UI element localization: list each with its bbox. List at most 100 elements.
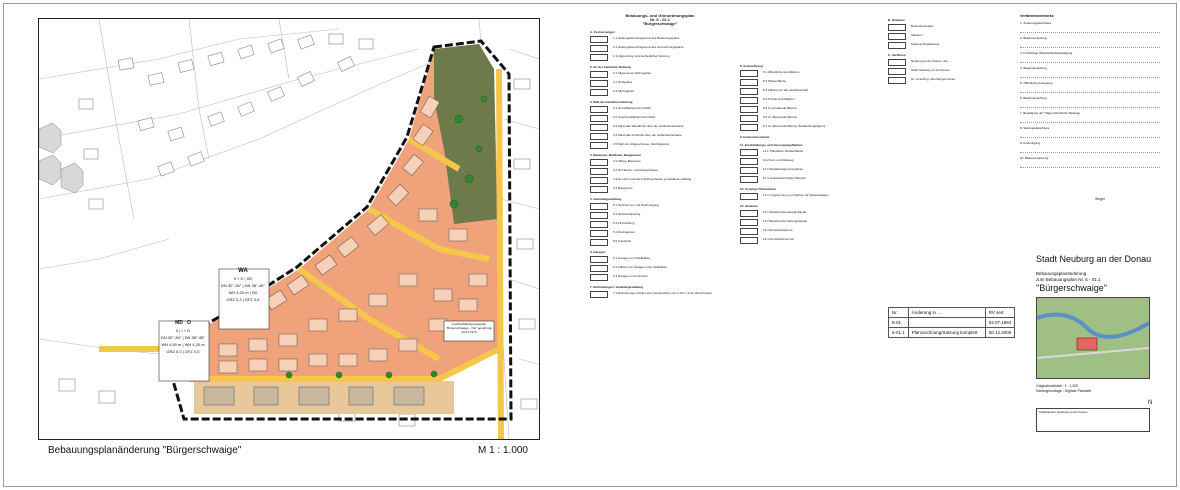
- legend-text: 8.3 Flächen für die Landwirtschaft: [763, 88, 809, 92]
- legend-text: 8.2 Wasserfläche: [763, 79, 787, 83]
- legend-symbol: [590, 142, 608, 149]
- legend-symbol: [740, 237, 758, 244]
- legend-section-title: 11. Erschließungs- und Versorgungsfläche…: [740, 143, 803, 147]
- wa-row: WH 4,20 m | SD: [228, 290, 258, 295]
- legend-row: 3.4 Maximale Firsthöhe über der Geländeo…: [590, 133, 730, 140]
- plan-drawing[interactable]: [38, 18, 540, 440]
- legend-row: 7.1 Einfriedungen dürfen eine Gesamthöhe…: [590, 291, 730, 298]
- procedure-item: 8. Satzungsbeschluss: [1020, 126, 1160, 138]
- legend-row: 13.4 Flurstücksnummer: [740, 237, 880, 244]
- legend-text: 5.2 Dacheindeckung: [613, 212, 641, 216]
- legend-text: 3.2 Geschossflächenzahl (GFZ): [613, 115, 656, 119]
- legend-row: 5.3 Firstrichtung: [590, 221, 730, 228]
- legend-sections-3: B. Hinweise Bodendenkmäler Altlasten Nieder…: [888, 18, 1008, 84]
- legend-row: 12.1 Umgrenzung von Flächen für Nebenanl…: [740, 193, 880, 200]
- legend-text: Niederschlagswasser: [911, 42, 940, 46]
- procedure-item: 1. Änderungsbeschluss: [1020, 21, 1160, 33]
- legend-symbol: [740, 97, 758, 104]
- legend-text: 3.1 Grundflächenzahl (GRZ): [613, 106, 651, 110]
- procedure-item: 6. Bekanntmachung: [1020, 96, 1160, 108]
- legend-row: 4.1 Offene Bauweise: [590, 159, 730, 166]
- plan-meta: Originalmaßstab : 1 : 1.000 Kartengrundl…: [1036, 384, 1092, 393]
- legend-section-title: 9. Immissionsschutz: [740, 135, 770, 139]
- location-map: [1036, 297, 1150, 379]
- legend-row: Neuburg an der Donau, den ...: [888, 59, 1008, 66]
- legend-text: 11.2 Fuß- und Radweg: [763, 158, 794, 162]
- legend-symbol: [740, 228, 758, 235]
- legend-symbol: [888, 42, 906, 49]
- legend-text: 8.5 zu erhaltende Bäume: [763, 106, 797, 110]
- legend-text: 6.3 Garagen und Carports: [613, 274, 648, 278]
- legend-symbol: [888, 59, 906, 66]
- left-round-buildings: [39, 122, 84, 194]
- legend-row: Niederschlagswasser: [888, 42, 1008, 49]
- legend-row: 8.7 zu pflanzende Bäume (Straßenbegleitg…: [740, 124, 880, 131]
- legend-symbol: [590, 168, 608, 175]
- legend-row: 5.2 Dacheindeckung: [590, 212, 730, 219]
- legend-symbol: [590, 265, 608, 272]
- procedure-list: 1. Änderungsbeschluss 2. Bekanntmachung 3.…: [1020, 21, 1160, 168]
- legend-symbol: [740, 149, 758, 156]
- legend-symbol: [740, 219, 758, 226]
- legend-text: 5.5 Kniestock: [613, 239, 632, 243]
- procedure-item: 9. Ausfertigung: [1020, 141, 1160, 153]
- legend-symbol: [590, 177, 608, 184]
- legend-symbol: [740, 79, 758, 86]
- wa-row: II + D | SD: [233, 276, 253, 281]
- wa-table-text: WA II + D | SD DN 30°-35° | DN 38°-45° W…: [218, 268, 268, 303]
- plan-map-svg: [39, 19, 539, 439]
- legend-symbol: [590, 221, 608, 228]
- legend-section-title: 8. Grünordnung: [740, 64, 763, 68]
- legend-row: Bodendenkmäler: [888, 24, 1008, 31]
- legend-section-title: 3. Maß der baulichen Nutzung: [590, 100, 633, 104]
- legend-row: 2.3 Mischgebiet: [590, 89, 730, 96]
- legend-row: 2.1 Allgemeines Wohngebiet: [590, 71, 730, 78]
- legend-text: 5.1 Dachformen und Dachneigung: [613, 203, 659, 207]
- legend-section-title: 5. Gebäudegestaltung: [590, 197, 622, 201]
- legend-row: 11.3 Straßenbegrenzungslinie: [740, 167, 880, 174]
- legend-symbol: [888, 68, 906, 75]
- legend-text: 11.1 Öffentliche Straßenfläche: [763, 149, 804, 153]
- annotation-box: Anschluß/Bebauungsplan "Bürgerschwaige -…: [446, 322, 492, 334]
- legend-symbol: [740, 210, 758, 217]
- legend-column-3: B. Hinweise Bodendenkmäler Altlasten Nieder…: [888, 14, 1008, 86]
- legend-symbol: [740, 115, 758, 122]
- legend-symbol: [590, 239, 608, 246]
- legend-section-title: 13. Hinweise: [740, 204, 759, 208]
- amendment-row: 6-01.1 Planzeichnung/Satzung komplett 30.1…: [888, 327, 1016, 338]
- legend-text: 13.4 Flurstücksnummer: [763, 237, 795, 241]
- legend-symbol: [888, 24, 906, 31]
- legend-row: 8.2 Wasserfläche: [740, 79, 880, 86]
- legend-row: 1.3 Abgrenzung unterschiedlicher Nutzung: [590, 54, 730, 61]
- md-header: MD: [175, 320, 183, 326]
- location-map-svg: [1037, 312, 1149, 359]
- legend-text: 5.3 Firstrichtung: [613, 221, 635, 225]
- legend-symbol: [590, 115, 608, 122]
- legend-symbol: [740, 106, 758, 113]
- md-row: WH 4,50 m | WH 4,20 m: [161, 342, 205, 347]
- legend-text: 6.1 Garagen und Stellplätze: [613, 256, 651, 260]
- legend-symbol: [740, 176, 758, 183]
- legend-symbol: [740, 88, 758, 95]
- procedure-item: 2. Bekanntmachung: [1020, 36, 1160, 48]
- legend-text: 13.2 Bestehende Nebengebäude: [763, 219, 808, 223]
- legend-row: 2.2 Dorfgebiet: [590, 80, 730, 87]
- legend-section-title: A. Festsetzungen: [590, 30, 615, 34]
- legend-row: 4.2 Nur Einzel- und Doppelhäuser: [590, 168, 730, 175]
- legend-row: 8.3 Flächen für die Landwirtschaft: [740, 88, 880, 95]
- legend-sections-2: 8. Grünordnung 8.1 Öffentliche Grünfläche…: [740, 64, 880, 244]
- legend-symbol: [590, 71, 608, 78]
- amendments-header-row: Nr. Änderung in ... RV seit:: [888, 307, 1016, 318]
- legend-text: 11.3 Straßenbegrenzungslinie: [763, 167, 803, 171]
- title-block: Stadtbauamt Neuburg an der Donau: [1036, 408, 1150, 432]
- legend-text: Neuburg an der Donau, den ...: [911, 59, 952, 63]
- legend-symbol: [740, 193, 758, 200]
- legend-row: Altlasten: [888, 33, 1008, 40]
- legend-row: 6.2 Flächen für Garagen oder Stellplätze: [590, 265, 730, 272]
- legend-row: Stadt Neuburg an der Donau: [888, 68, 1008, 75]
- procedure-item: 7. Beteiligung der Träger öffentlicher B…: [1020, 111, 1160, 123]
- legend-row: 3.3 Maximale Wandhöhe über der Geländeob…: [590, 124, 730, 131]
- legend-row: 3.1 Grundflächenzahl (GRZ): [590, 106, 730, 113]
- legend-symbol: [740, 124, 758, 131]
- legend-section-title: B. Hinweise: [888, 18, 905, 22]
